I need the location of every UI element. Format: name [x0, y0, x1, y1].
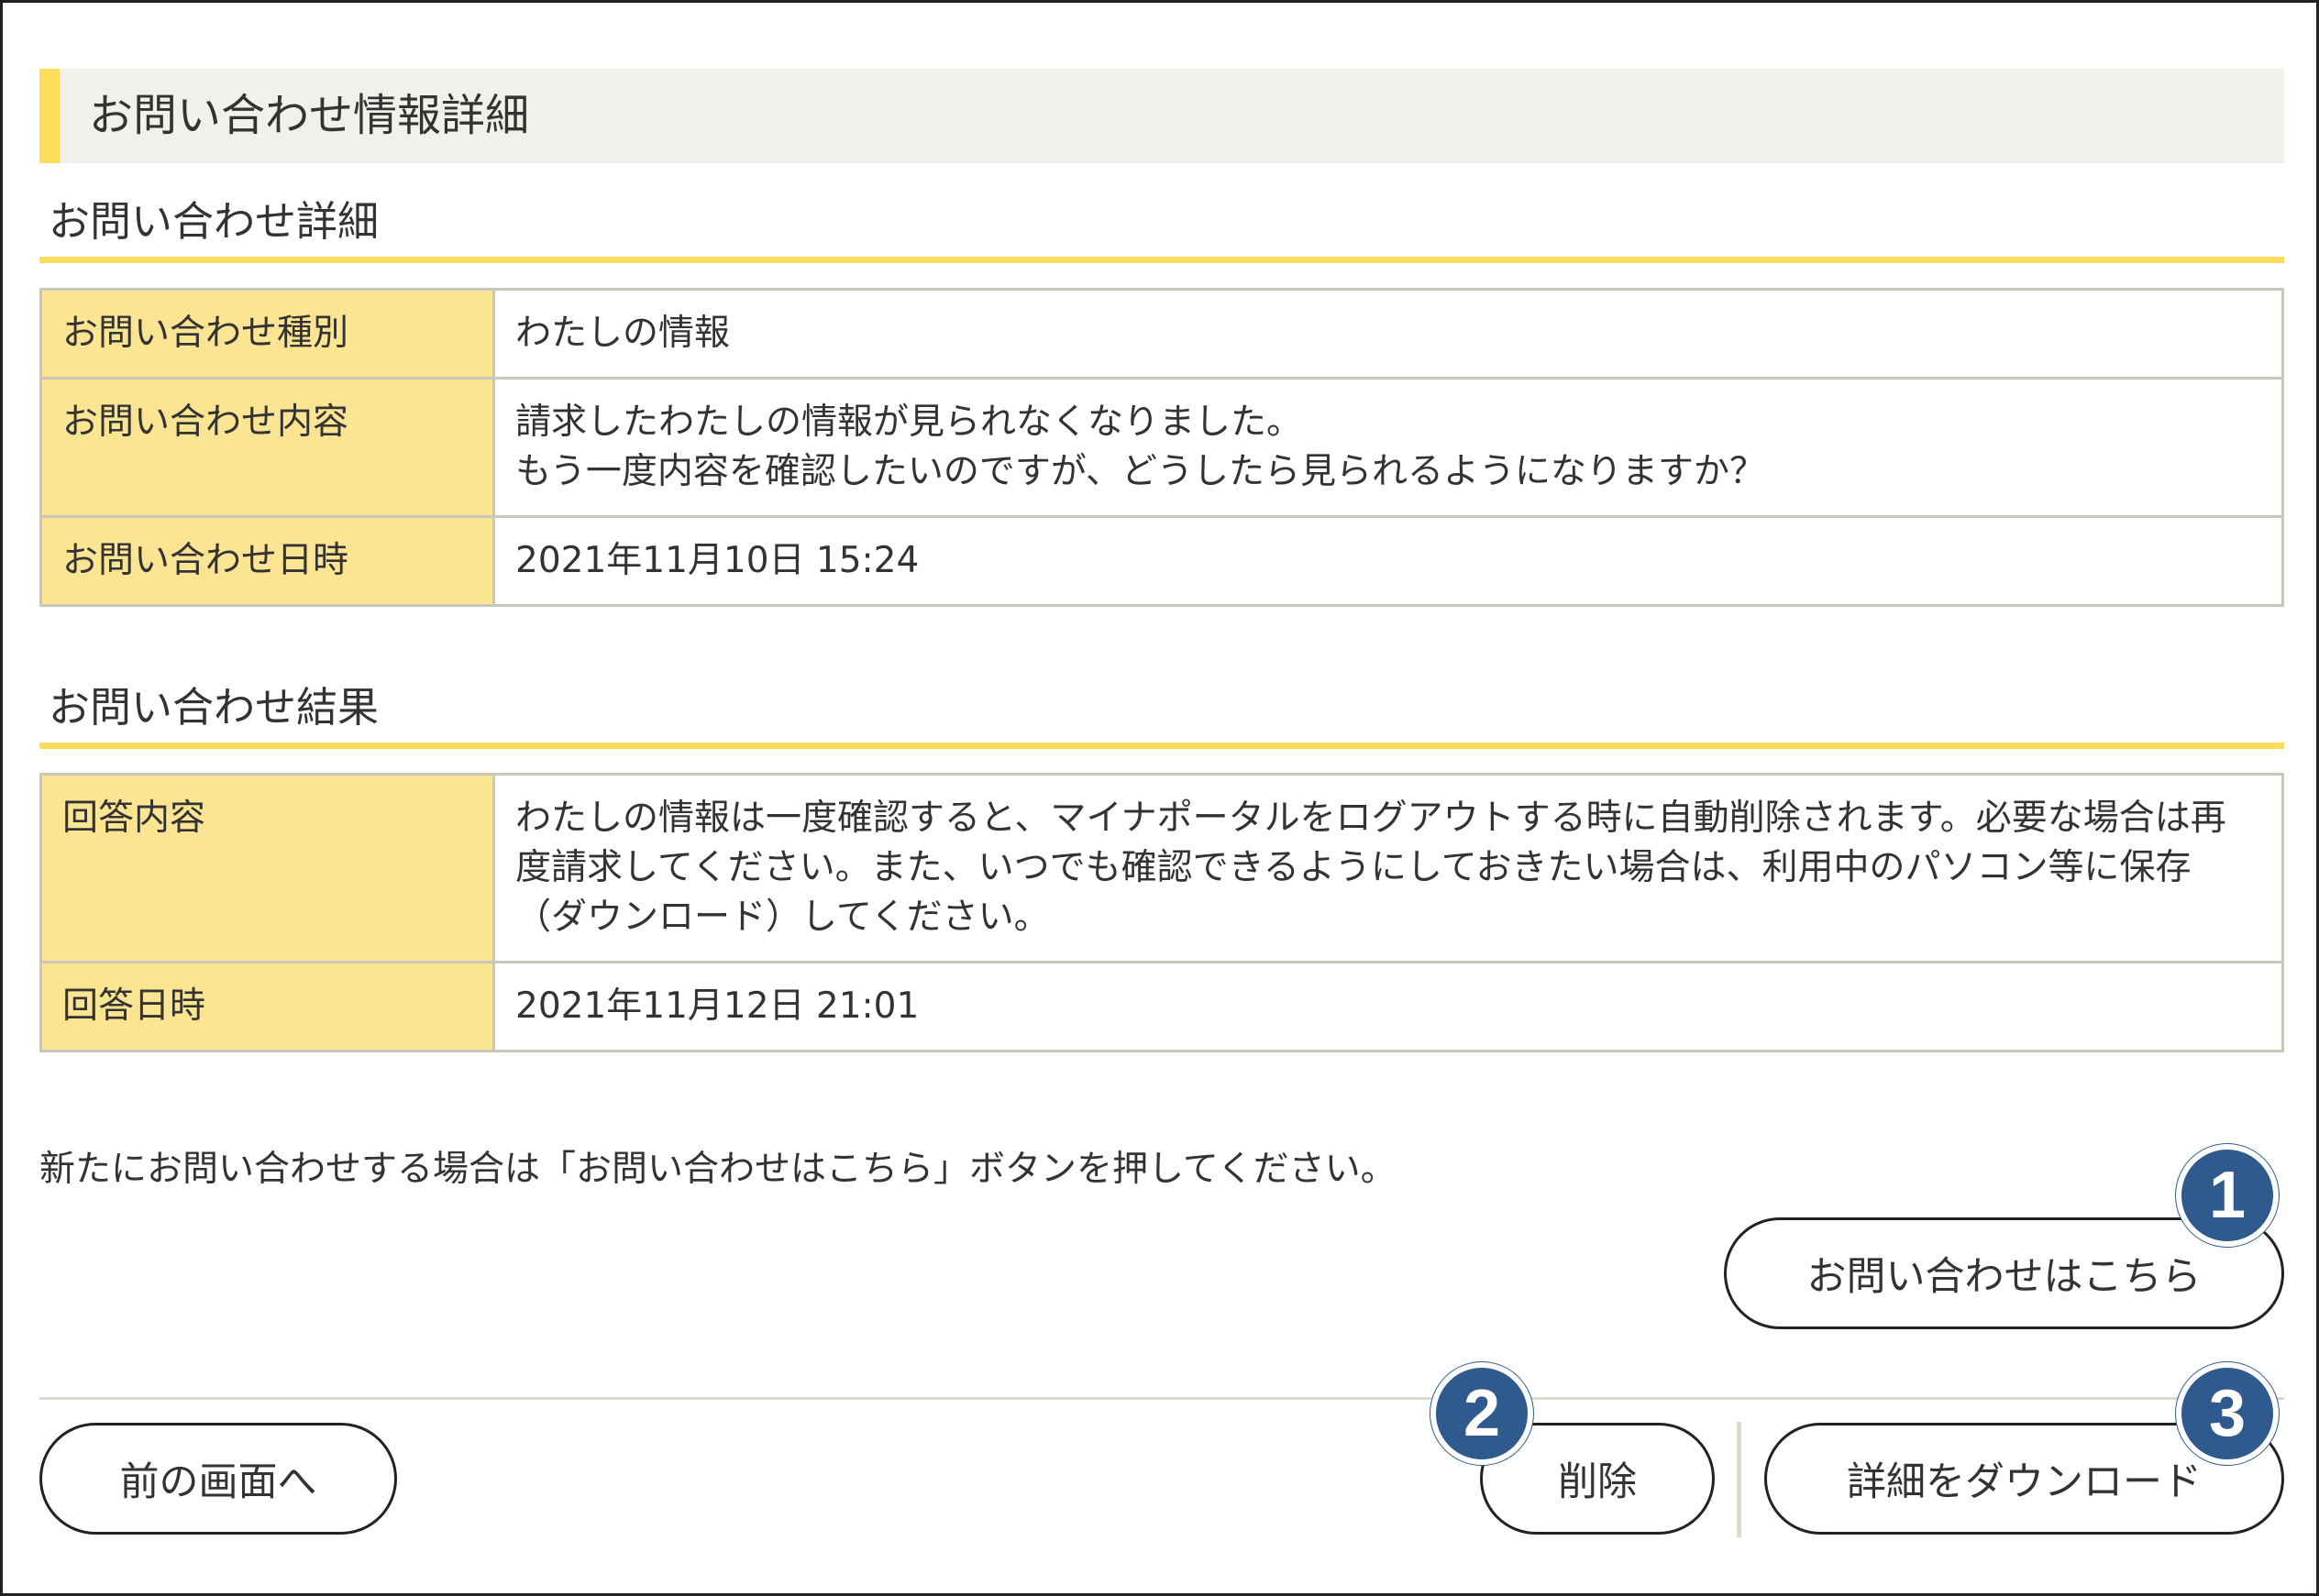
- table-row: 回答日時 2021年11月12日 21:01: [39, 961, 2284, 1052]
- inquiry-result-table: 回答内容 わたしの情報は一度確認すると、マイナポータルをログアウトする時に自動削…: [39, 773, 2284, 1052]
- inquiry-content-line: 請求したわたしの情報が見られなくなりました。: [515, 402, 1303, 443]
- inquiry-content-value: 請求したわたしの情報が見られなくなりました。 もう一度内容を確認したいのですが、…: [492, 377, 2284, 518]
- inquiry-type-label: お問い合わせ種別: [39, 288, 495, 380]
- inquiry-datetime-text: 2021年11月10日 15:24: [515, 540, 920, 581]
- table-row: 回答内容 わたしの情報は一度確認すると、マイナポータルをログアウトする時に自動削…: [39, 773, 2284, 963]
- answer-datetime-label: 回答日時: [39, 961, 495, 1052]
- back-button[interactable]: 前の画面へ: [39, 1423, 397, 1535]
- table-row: お問い合わせ内容 請求したわたしの情報が見られなくなりました。 もう一度内容を確…: [39, 377, 2284, 518]
- footer-divider: [39, 1397, 2284, 1400]
- callout-badge-1: 1: [2176, 1144, 2279, 1247]
- callout-badge-3: 3: [2176, 1362, 2279, 1465]
- answer-datetime-value: 2021年11月12日 21:01: [492, 961, 2284, 1052]
- answer-datetime-text: 2021年11月12日 21:01: [515, 985, 920, 1027]
- inquiry-datetime-value: 2021年11月10日 15:24: [492, 515, 2284, 607]
- result-section-title: お問い合わせ結果: [39, 676, 2284, 749]
- answer-content-value: わたしの情報は一度確認すると、マイナポータルをログアウトする時に自動削除されます…: [492, 773, 2284, 963]
- callout-badge-2: 2: [1430, 1362, 1533, 1465]
- inquiry-content-line: もう一度内容を確認したいのですが、どうしたら見られるようになりますか？: [515, 451, 1766, 492]
- inquiry-type-text: わたしの情報: [515, 313, 731, 354]
- answer-content-line: 度請求してください。また、いつでも確認できるようにしておきたい場合は、利用中のパ…: [515, 847, 2192, 888]
- inquiry-content-label: お問い合わせ内容: [39, 377, 495, 518]
- answer-content-line: わたしの情報は一度確認すると、マイナポータルをログアウトする時に自動削除されます…: [515, 798, 2226, 839]
- answer-content-label: 回答内容: [39, 773, 495, 963]
- button-separator: [1737, 1422, 1741, 1537]
- new-inquiry-note: 新たにお問い合わせする場合は「お問い合わせはこちら」ボタンを押してください。: [39, 1149, 1397, 1190]
- answer-content-line: （ダウンロード）してください。: [515, 897, 1050, 938]
- inquiry-type-value: わたしの情報: [492, 288, 2284, 380]
- page-frame: お問い合わせ情報詳細 お問い合わせ詳細 お問い合わせ種別 わたしの情報 お問い合…: [0, 0, 2319, 1596]
- inquiry-details-table: お問い合わせ種別 わたしの情報 お問い合わせ内容 請求したわたしの情報が見られな…: [39, 288, 2284, 607]
- page-title: お問い合わせ情報詳細: [39, 69, 2284, 163]
- table-row: お問い合わせ日時 2021年11月10日 15:24: [39, 515, 2284, 607]
- inquiry-section-title: お問い合わせ詳細: [39, 190, 2284, 263]
- inquiry-datetime-label: お問い合わせ日時: [39, 515, 495, 607]
- table-row: お問い合わせ種別 わたしの情報: [39, 288, 2284, 380]
